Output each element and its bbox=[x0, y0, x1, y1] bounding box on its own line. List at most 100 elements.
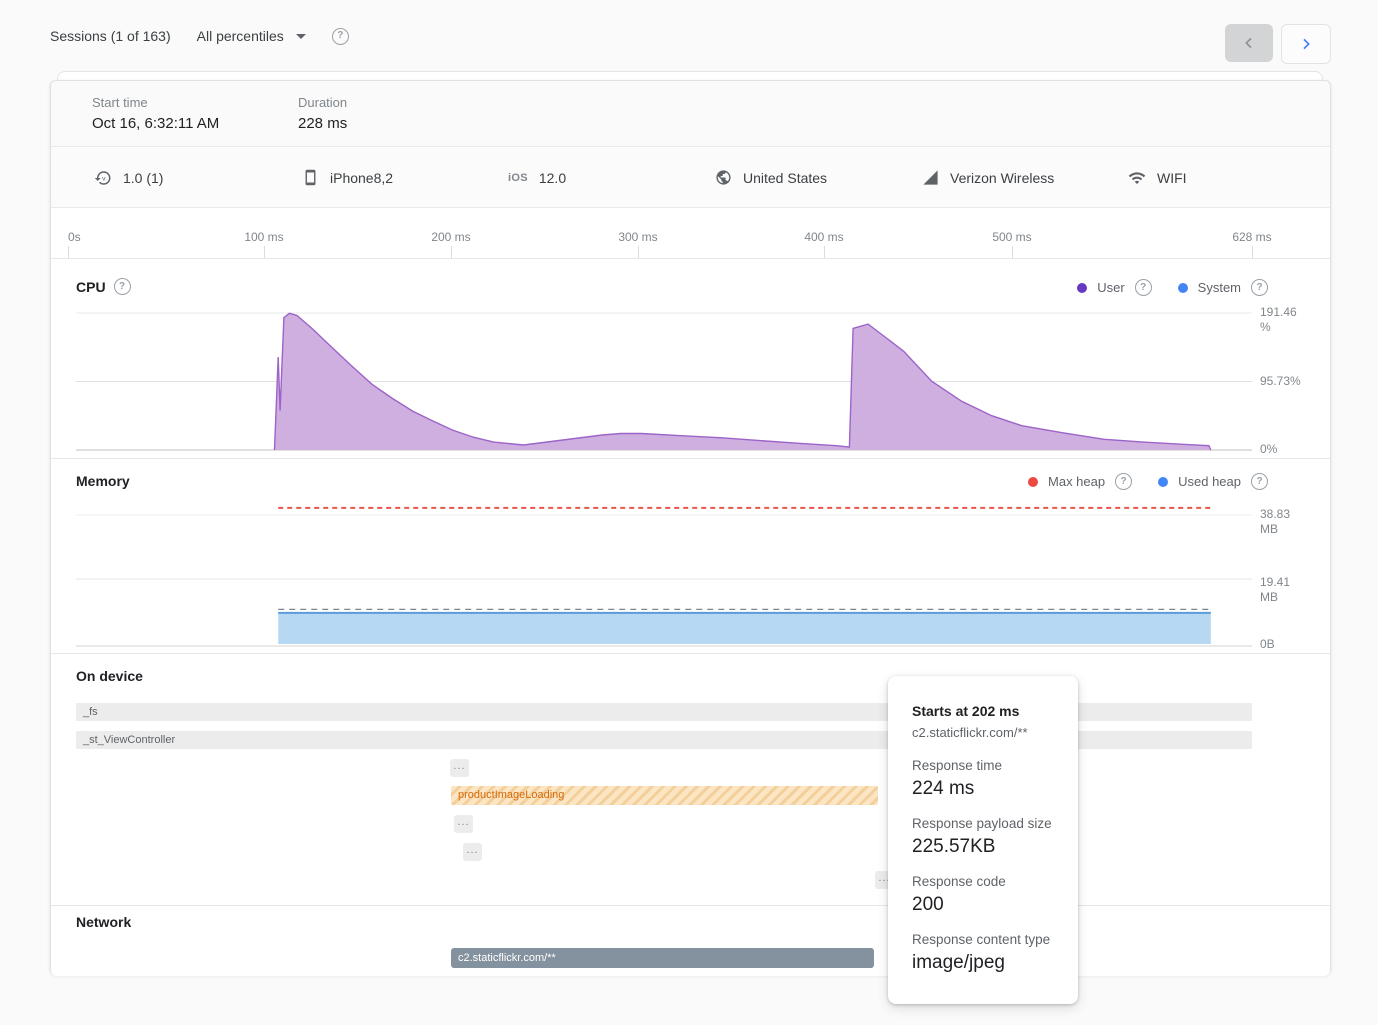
on-device-section-title: On device bbox=[76, 668, 143, 684]
previous-session-button[interactable] bbox=[1225, 24, 1273, 62]
cell-signal-icon bbox=[922, 169, 939, 186]
timeline-ruler: 0s 100 ms 200 ms 300 ms 400 ms 500 ms 62… bbox=[51, 208, 1330, 259]
os-version-value: 12.0 bbox=[539, 170, 566, 186]
response-content-type-value: image/jpeg bbox=[912, 952, 1054, 974]
ios-icon: iOS bbox=[508, 172, 528, 184]
ruler-tick-label: 400 ms bbox=[804, 230, 843, 244]
response-payload-label: Response payload size bbox=[912, 816, 1054, 831]
app-version-item: v 1.0 (1) bbox=[94, 147, 163, 208]
wifi-icon bbox=[1128, 169, 1146, 187]
cpu-legend: User ? System ? bbox=[1077, 279, 1268, 296]
memory-title-text: Memory bbox=[76, 473, 130, 489]
system-legend-label: System bbox=[1198, 280, 1241, 295]
trace-overflow-chip[interactable]: ... bbox=[454, 815, 473, 833]
help-icon[interactable]: ? bbox=[1135, 279, 1152, 296]
duration-field: Duration 228 ms bbox=[298, 95, 347, 132]
trace-overflow-chip[interactable]: ... bbox=[450, 759, 469, 777]
user-legend-label: User bbox=[1097, 280, 1124, 295]
device-attributes-row: v 1.0 (1) iPhone8,2 iOS 12.0 United Stat… bbox=[51, 147, 1330, 208]
network-section: Network c2.staticflickr.com/** bbox=[51, 906, 1330, 976]
sessions-count-label: Sessions (1 of 163) bbox=[50, 28, 171, 44]
cpu-section: CPU ? User ? System ? 191.46 % 95.73% 0% bbox=[51, 259, 1330, 459]
duration-value: 228 ms bbox=[298, 115, 347, 132]
max-heap-legend-label: Max heap bbox=[1048, 474, 1105, 489]
response-payload-value: 225.57KB bbox=[912, 836, 1054, 858]
memory-legend: Max heap ? Used heap ? bbox=[1028, 473, 1268, 490]
start-time-value: Oct 16, 6:32:11 AM bbox=[92, 115, 219, 132]
response-time-value: 224 ms bbox=[912, 778, 1054, 800]
network-request-bar[interactable]: c2.staticflickr.com/** bbox=[451, 948, 874, 968]
tooltip-start-time: Starts at 202 ms bbox=[912, 703, 1054, 719]
ruler-tick-label: 500 ms bbox=[992, 230, 1031, 244]
network-section-title: Network bbox=[76, 914, 131, 930]
ruler-tick bbox=[451, 246, 452, 258]
country-value: United States bbox=[743, 170, 827, 186]
response-code-label: Response code bbox=[912, 874, 1054, 889]
used-heap-legend-label: Used heap bbox=[1178, 474, 1241, 489]
help-icon[interactable]: ? bbox=[1115, 473, 1132, 490]
ruler-tick-label: 100 ms bbox=[244, 230, 283, 244]
trace-bar-product-image-loading[interactable]: productImageLoading bbox=[451, 786, 878, 805]
memory-section: Memory Max heap ? Used heap ? 38.83 MB 1… bbox=[51, 459, 1330, 654]
memory-ytick-mid: 19.41 MB bbox=[1260, 575, 1302, 605]
help-icon[interactable]: ? bbox=[114, 278, 131, 295]
toolbar: Sessions (1 of 163) All percentiles ? bbox=[0, 0, 1378, 72]
response-time-label: Response time bbox=[912, 758, 1054, 773]
next-session-button[interactable] bbox=[1281, 24, 1331, 64]
os-version-item: iOS 12.0 bbox=[508, 147, 566, 208]
cpu-section-title: CPU ? bbox=[76, 278, 131, 295]
network-request-tooltip: Starts at 202 ms c2.staticflickr.com/** … bbox=[888, 676, 1078, 1004]
system-legend-dot bbox=[1178, 283, 1188, 293]
duration-label: Duration bbox=[298, 95, 347, 110]
tooltip-url: c2.staticflickr.com/** bbox=[912, 725, 1054, 740]
country-item: United States bbox=[715, 147, 827, 208]
start-time-label: Start time bbox=[92, 95, 219, 110]
cpu-title-text: CPU bbox=[76, 279, 106, 295]
ruler-tick-label: 300 ms bbox=[618, 230, 657, 244]
used-heap-area bbox=[278, 613, 1211, 644]
chevron-down-icon bbox=[296, 34, 306, 39]
memory-ytick-max: 38.83 MB bbox=[1260, 507, 1302, 537]
session-card: Start time Oct 16, 6:32:11 AM Duration 2… bbox=[50, 80, 1331, 975]
session-summary-header: Start time Oct 16, 6:32:11 AM Duration 2… bbox=[51, 81, 1330, 147]
response-content-type-label: Response content type bbox=[912, 932, 1054, 947]
used-heap-legend-dot bbox=[1158, 477, 1168, 487]
help-icon[interactable]: ? bbox=[1251, 279, 1268, 296]
network-title-text: Network bbox=[76, 914, 131, 930]
response-code-value: 200 bbox=[912, 894, 1054, 916]
smartphone-icon bbox=[302, 169, 319, 186]
help-icon[interactable]: ? bbox=[332, 28, 349, 45]
chevron-left-icon bbox=[1241, 35, 1257, 51]
session-pager bbox=[1225, 24, 1331, 64]
ruler-tick-label: 200 ms bbox=[431, 230, 470, 244]
ruler-tick bbox=[638, 246, 639, 258]
memory-section-title: Memory bbox=[76, 473, 130, 489]
percentile-dropdown[interactable]: All percentiles bbox=[197, 28, 306, 44]
ruler-tick bbox=[824, 246, 825, 258]
app-version-value: 1.0 (1) bbox=[123, 170, 163, 186]
ruler-tick bbox=[68, 246, 69, 258]
help-icon[interactable]: ? bbox=[1251, 473, 1268, 490]
app-version-icon: v bbox=[94, 169, 112, 187]
ruler-tick bbox=[1012, 246, 1013, 258]
cpu-ytick-zero: 0% bbox=[1260, 442, 1308, 457]
on-device-section: On device _fs _st_ViewController ... pro… bbox=[51, 654, 1330, 906]
carrier-value: Verizon Wireless bbox=[950, 170, 1054, 186]
device-model-item: iPhone8,2 bbox=[302, 147, 393, 208]
trace-overflow-chip[interactable]: ... bbox=[463, 843, 482, 861]
chevron-right-icon bbox=[1298, 36, 1314, 52]
cpu-ytick-max: 191.46 % bbox=[1260, 305, 1308, 335]
radio-item: WIFI bbox=[1128, 147, 1187, 208]
svg-text:v: v bbox=[102, 175, 106, 182]
cpu-ytick-mid: 95.73% bbox=[1260, 374, 1308, 389]
on-device-title-text: On device bbox=[76, 668, 143, 684]
user-legend-dot bbox=[1077, 283, 1087, 293]
ruler-tick-label: 0s bbox=[68, 230, 81, 244]
memory-ytick-zero: 0B bbox=[1260, 637, 1308, 652]
ruler-tick-label: 628 ms bbox=[1232, 230, 1271, 244]
firebase-performance-session-page: { "toolbar": { "sessions_label": "Sessio… bbox=[0, 0, 1378, 1025]
ruler-tick bbox=[264, 246, 265, 258]
memory-chart bbox=[76, 499, 1252, 649]
start-time-field: Start time Oct 16, 6:32:11 AM bbox=[92, 95, 219, 132]
globe-icon bbox=[715, 169, 732, 186]
